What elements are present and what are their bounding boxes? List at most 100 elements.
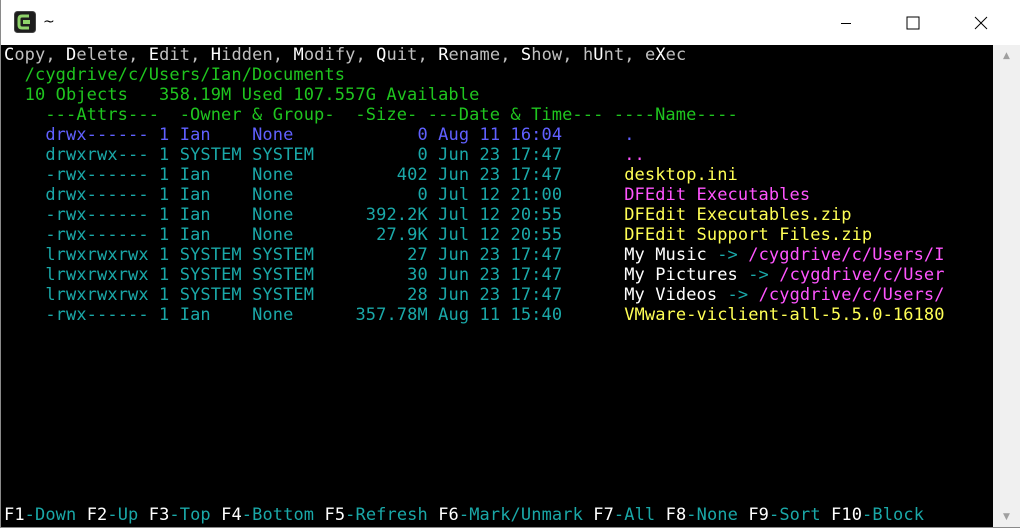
fkey-f3[interactable]: F3-Top xyxy=(149,505,211,525)
fkey-f10[interactable]: F10-Block xyxy=(831,505,924,525)
scroll-up-arrow-icon[interactable]: ▲ xyxy=(993,47,1020,64)
fkey-key: F4 xyxy=(221,505,242,525)
file-size: 0 xyxy=(324,185,428,205)
menu-item-hotkey: H xyxy=(210,45,222,65)
file-row[interactable]: drwx------ 1 Ian None 0 Aug 11 16:04 . xyxy=(4,125,635,145)
file-name[interactable]: DFEdit Support Files.zip xyxy=(624,225,872,245)
scroll-down-arrow-icon[interactable]: ▼ xyxy=(993,508,1020,525)
file-attrs: drwxrwx--- xyxy=(45,145,149,165)
menu-item-text: how xyxy=(531,45,563,65)
fkey-f5[interactable]: F5-Refresh xyxy=(324,505,427,525)
scrollbar-thumb[interactable] xyxy=(999,67,1014,522)
menu-item-text: uit xyxy=(386,45,418,65)
fkey-f7[interactable]: F7-All xyxy=(593,505,655,525)
minimize-button[interactable] xyxy=(823,0,869,45)
menu-separator: , xyxy=(45,45,67,65)
menu-item-text: e xyxy=(644,45,656,65)
menu-separator: , xyxy=(272,45,294,65)
file-name[interactable]: VMware-viclient-all-5.5.0-16180 xyxy=(624,305,944,325)
file-group: None xyxy=(252,125,315,145)
fkey-key: F3 xyxy=(148,505,170,525)
menu-item-delete[interactable]: Delete xyxy=(66,45,128,65)
file-size: 392.2K xyxy=(324,205,428,225)
file-row[interactable]: -rwx------ 1 Ian None 27.9K Jul 12 20:55… xyxy=(4,225,872,245)
terminal-area[interactable]: Copy, Delete, Edit, Hidden, Modify, Quit… xyxy=(1,45,993,527)
cygwin-app-icon[interactable] xyxy=(14,11,36,33)
menu-item-rename[interactable]: Rename xyxy=(438,45,500,65)
fkey-f4[interactable]: F4-Bottom xyxy=(221,505,314,525)
fkey-label: Down xyxy=(35,505,77,525)
file-links: 1 xyxy=(159,225,170,245)
file-row[interactable]: lrwxrwxrwx 1 SYSTEM SYSTEM 28 Jun 23 17:… xyxy=(4,285,945,305)
fkey-f6[interactable]: F6-Mark/Unmark xyxy=(438,505,583,525)
file-name[interactable]: My Pictures xyxy=(624,265,738,285)
file-group: SYSTEM xyxy=(252,145,315,165)
menu-item-hidden[interactable]: Hidden xyxy=(211,45,273,65)
file-name[interactable]: . xyxy=(624,125,634,145)
vertical-scrollbar[interactable]: ▲ ▼ xyxy=(993,45,1020,527)
file-row[interactable]: drwx------ 1 Ian None 0 Jul 12 21:00 DFE… xyxy=(4,185,810,205)
file-group: None xyxy=(252,205,315,225)
fkey-f2[interactable]: F2-Up xyxy=(87,505,139,525)
file-name[interactable]: desktop.ini xyxy=(624,165,738,185)
menu-item-hotkey: C xyxy=(4,45,15,65)
menu-item-show[interactable]: Show xyxy=(521,45,562,65)
fkey-dash: - xyxy=(686,505,697,525)
file-name[interactable]: DFEdit Executables.zip xyxy=(624,205,851,225)
maximize-button[interactable] xyxy=(890,0,936,45)
fkey-f1[interactable]: F1-Down xyxy=(4,505,76,525)
menu-item-exec[interactable]: eXec xyxy=(645,45,686,65)
file-links: 1 xyxy=(159,265,170,285)
fkey-f9[interactable]: F9-Sort xyxy=(748,505,820,525)
menu-item-edit[interactable]: Edit xyxy=(149,45,190,65)
file-name[interactable]: My Videos xyxy=(624,285,717,305)
file-date: Jun 23 17:47 xyxy=(438,145,563,165)
menu-item-text: dit xyxy=(159,45,191,65)
file-size: 27 xyxy=(324,245,428,265)
fkey-dash: - xyxy=(613,505,625,525)
menu-item-hotkey: R xyxy=(438,45,449,65)
title-bar[interactable]: ~ xyxy=(1,0,1020,45)
fkey-label: Sort xyxy=(779,505,821,525)
file-name[interactable]: .. xyxy=(624,145,645,165)
menu-item-hunt[interactable]: hUnt xyxy=(583,45,624,65)
file-owner: SYSTEM xyxy=(179,285,242,305)
file-row[interactable]: lrwxrwxrwx 1 SYSTEM SYSTEM 30 Jun 23 17:… xyxy=(4,265,945,285)
file-row[interactable]: -rwx------ 1 Ian None 392.2K Jul 12 20:5… xyxy=(4,205,852,225)
menu-item-quit[interactable]: Quit xyxy=(376,45,417,65)
fkey-f8[interactable]: F8-None xyxy=(666,505,738,525)
file-row[interactable]: lrwxrwxrwx 1 SYSTEM SYSTEM 27 Jun 23 17:… xyxy=(4,245,945,265)
menu-item-copy[interactable]: Copy xyxy=(4,45,45,65)
file-name[interactable]: DFEdit Executables xyxy=(624,185,810,205)
fkey-key: F6 xyxy=(438,505,459,525)
file-row[interactable]: -rwx------ 1 Ian None 357.78M Aug 11 15:… xyxy=(4,305,945,325)
menu-item-text: opy xyxy=(14,45,46,65)
file-row[interactable]: drwxrwx--- 1 SYSTEM SYSTEM 0 Jun 23 17:4… xyxy=(4,145,645,165)
close-button[interactable] xyxy=(958,0,1004,45)
file-row[interactable]: -rwx------ 1 Ian None 402 Jun 23 17:47 d… xyxy=(4,165,738,185)
menu-item-modify[interactable]: Modify xyxy=(293,45,355,65)
file-name[interactable]: My Music xyxy=(624,245,707,265)
summary-line: 10 Objects 358.19M Used 107.557G Availab… xyxy=(4,85,480,105)
